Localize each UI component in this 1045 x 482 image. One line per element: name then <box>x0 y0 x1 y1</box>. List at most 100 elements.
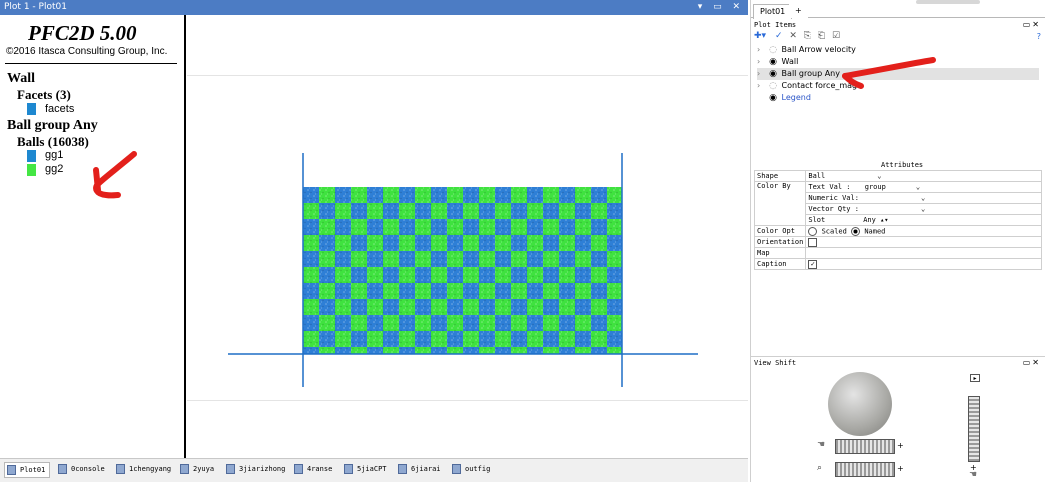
dock-scroll-handle[interactable] <box>916 0 980 4</box>
file-tab-icon <box>398 464 407 474</box>
plot-canvas[interactable] <box>187 15 748 458</box>
paste-icon[interactable]: ⎗ <box>818 31 825 41</box>
tab-outfig[interactable]: outfig <box>450 462 490 476</box>
plot-item-wall[interactable]: › ◉ Wall <box>757 56 798 68</box>
eye-visible-icon[interactable]: ◉ <box>767 56 779 68</box>
tab-6jiarai[interactable]: 6jiarai <box>396 462 441 476</box>
zoom-icon[interactable]: ⌕ <box>817 463 822 473</box>
view-shift-divider <box>751 356 1045 357</box>
eye-visible-icon[interactable]: ◉ <box>767 92 779 104</box>
zoom-slider[interactable] <box>835 462 895 477</box>
pan-plus-icon[interactable]: + <box>897 441 904 450</box>
check-icon[interactable]: ✓ <box>775 31 783 41</box>
plot-item-legend[interactable]: ◉ Legend <box>757 92 811 104</box>
horizontal-pan-slider[interactable] <box>835 439 895 454</box>
tab-label: 0console <box>71 465 105 473</box>
tab-label: 2yuya <box>193 465 215 473</box>
expand-chevron-icon[interactable]: › <box>757 68 767 80</box>
gg2-swatch <box>27 164 36 176</box>
legend-panel: PFC2D 5.00 ©2016 Itasca Consulting Group… <box>0 15 186 458</box>
attr-color-by-label: Color By <box>753 181 807 226</box>
help-icon[interactable]: ? <box>1037 32 1041 41</box>
orientation-checkbox[interactable] <box>808 237 818 247</box>
file-tab-icon <box>116 464 125 474</box>
tab-label: outfig <box>465 465 491 473</box>
tab-4ranse[interactable]: 4ranse <box>292 462 332 476</box>
file-tab-icon <box>452 464 461 474</box>
attr-caption-label: Caption <box>753 258 807 270</box>
named-radio[interactable] <box>851 226 861 236</box>
window-controls[interactable]: ▾ ▭ ✕ <box>698 0 744 15</box>
plot-items-title: Plot Items <box>754 21 797 29</box>
bottom-tab-bar: Plot01 0console 1chengyang 2yuya 3jiariz… <box>0 458 748 482</box>
tab-label: 4ranse <box>307 465 333 473</box>
tab-label: Plot01 <box>20 466 46 474</box>
copy-icon[interactable]: ⎘ <box>804 31 811 41</box>
attr-vector-qty[interactable]: Vector Qty : ⌄ <box>805 203 1042 215</box>
expand-chevron-icon[interactable]: › <box>757 56 767 68</box>
checkbox-icon[interactable]: ☑ <box>832 31 840 41</box>
rotation-sphere[interactable] <box>828 372 892 436</box>
expand-chevron-icon[interactable]: › <box>757 80 767 92</box>
plot-item-label: Wall <box>781 57 799 66</box>
tab-label: 5jiaCPT <box>357 465 387 473</box>
tab-5jiacpt[interactable]: 5jiaCPT <box>342 462 387 476</box>
dock-tab-plot01[interactable]: Plot01 <box>753 4 793 19</box>
delete-icon[interactable]: ✕ <box>789 31 797 41</box>
attr-numeric-val[interactable]: Numeric Val: ⌄ <box>805 192 1042 204</box>
scaled-radio[interactable] <box>808 226 818 236</box>
dropdown-chevron-icon[interactable]: ⌄ <box>916 183 920 191</box>
plot-window-titlebar[interactable]: Plot 1 - Plot01 ▾ ▭ ✕ <box>0 0 748 15</box>
view-shift-controls[interactable]: ▭✕ <box>1023 358 1041 367</box>
dock-add-tab-button[interactable]: + <box>789 4 808 18</box>
tab-0console[interactable]: 0console <box>56 462 105 476</box>
eye-hidden-icon[interactable]: ◌ <box>767 44 779 56</box>
right-dock: Plot01 + Plot Items ▭✕ ✚▾ ✓ ✕ ⎘ ⎗ ☑ ? › ◌… <box>750 0 1045 482</box>
attributes-table: Shape Ball ⌄ Color By Text Val : group ⌄ N… <box>753 170 1042 270</box>
tab-1chengyang[interactable]: 1chengyang <box>114 462 171 476</box>
legend-copyright: ©2016 Itasca Consulting Group, Inc. <box>6 46 168 57</box>
caption-checkbox[interactable]: ✓ <box>808 259 818 269</box>
legend-gg1-label: gg1 <box>45 149 64 161</box>
dropdown-chevron-icon[interactable]: ⌄ <box>921 205 925 213</box>
expand-chevron-icon[interactable]: › <box>757 44 767 56</box>
zoom-plus-icon[interactable]: + <box>897 464 904 473</box>
attr-color-opt[interactable]: Scaled Named <box>805 225 1042 237</box>
attr-shape-label: Shape <box>753 170 807 182</box>
view-shift-title: View Shift <box>754 359 797 367</box>
attr-text-val[interactable]: Text Val : group ⌄ <box>805 181 1042 193</box>
file-tab-icon <box>180 464 189 474</box>
dropdown-chevron-icon[interactable]: ⌄ <box>921 194 925 202</box>
legend-facets-label: facets <box>45 103 75 115</box>
vertical-pan-slider[interactable] <box>968 396 980 462</box>
legend-balls-header: Balls (16038) <box>17 134 89 149</box>
vertical-hand-icon[interactable]: ☚ <box>969 470 977 480</box>
attr-color-opt-label: Color Opt <box>753 225 807 237</box>
legend-facets-header: Facets (3) <box>17 87 71 102</box>
plot-window-title: Plot 1 - Plot01 <box>4 2 67 12</box>
tab-label: 1chengyang <box>129 465 172 473</box>
eye-hidden-icon[interactable]: ◌ <box>767 80 779 92</box>
file-tab-icon <box>294 464 303 474</box>
vertical-reset-icon[interactable]: ▸ <box>970 374 980 382</box>
pan-hand-icon[interactable]: ☚ <box>817 440 825 450</box>
plot-item-label: Ball group Any <box>781 69 840 78</box>
file-tab-icon <box>226 464 235 474</box>
tab-plot01[interactable]: Plot01 <box>4 462 51 478</box>
plot-items-controls[interactable]: ▭✕ <box>1023 20 1041 29</box>
legend-ballgroup-header: Ball group Any <box>7 118 98 133</box>
attr-slot[interactable]: Slot Any ▴▾ <box>805 214 1042 226</box>
annotation-arrow-legend <box>93 151 137 199</box>
tab-2yuya[interactable]: 2yuya <box>178 462 214 476</box>
tab-3jiarizhong[interactable]: 3jiarizhong <box>224 462 285 476</box>
add-icon[interactable]: ✚▾ <box>754 31 766 41</box>
dropdown-chevron-icon[interactable]: ⌄ <box>877 172 881 180</box>
attr-map-label: Map <box>753 247 807 259</box>
spinner-icon[interactable]: ▴▾ <box>880 216 888 224</box>
attr-shape-value[interactable]: Ball ⌄ <box>805 170 1042 182</box>
tab-label: 3jiarizhong <box>239 465 286 473</box>
eye-visible-icon[interactable]: ◉ <box>767 68 779 80</box>
legend-wall-header: Wall <box>7 71 36 86</box>
facets-swatch <box>27 103 36 115</box>
model-view <box>228 153 698 387</box>
